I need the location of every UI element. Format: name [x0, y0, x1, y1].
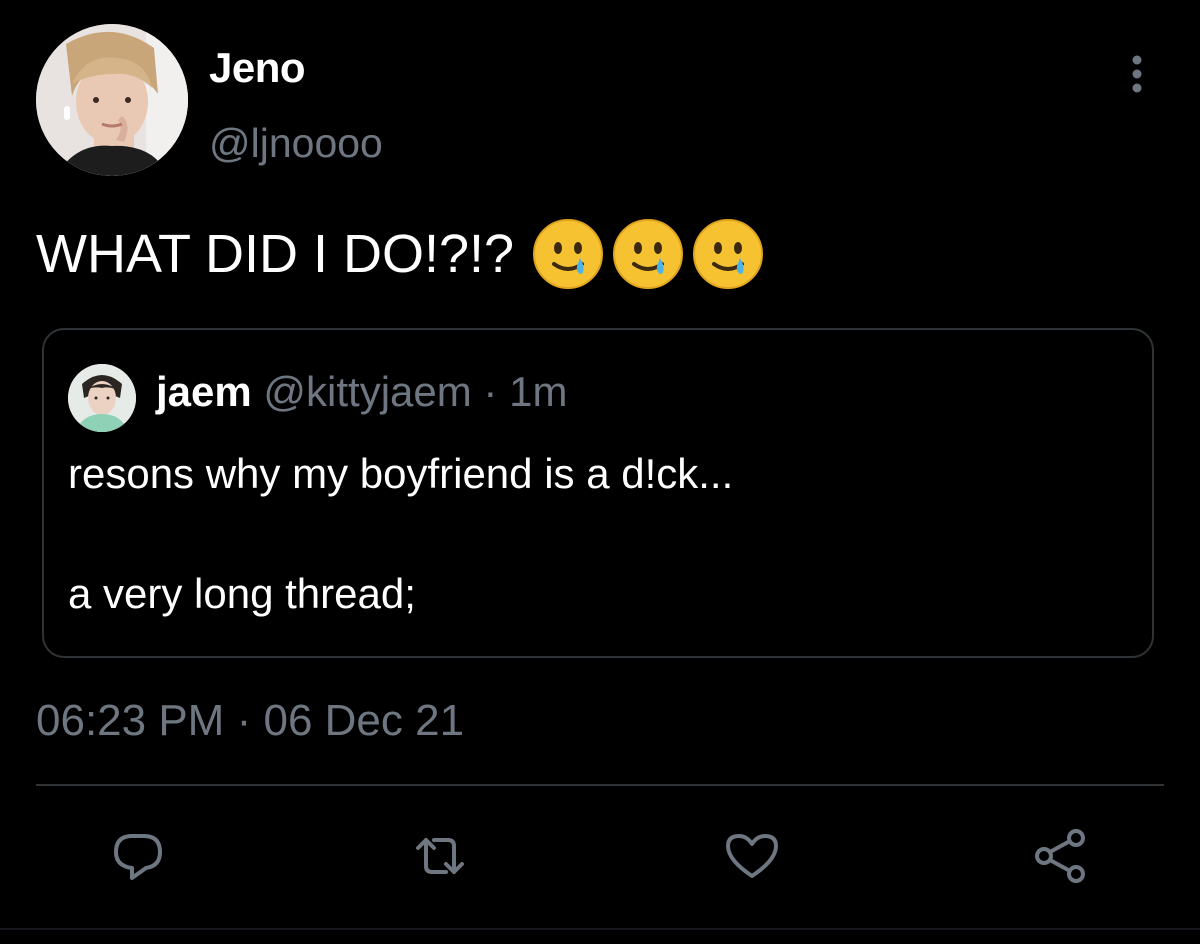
author-handle[interactable]: @ljnoooo: [209, 120, 383, 167]
author-display-name[interactable]: Jeno: [209, 44, 306, 92]
emoji-group: [532, 218, 764, 290]
retweet-button[interactable]: [410, 826, 470, 886]
heart-icon: [726, 834, 778, 878]
quoted-author-avatar[interactable]: [68, 364, 136, 432]
share-icon: [1035, 829, 1085, 883]
reply-icon: [114, 834, 162, 880]
tweet-text-row: WHAT DID I DO!?!?: [36, 218, 764, 290]
quoted-tweet-time: 1m: [509, 368, 568, 415]
retweet-icon: [416, 838, 464, 874]
divider: [36, 784, 1164, 786]
smiling-face-with-tear-icon: [532, 218, 604, 290]
quoted-author-handle[interactable]: @kittyjaem: [263, 368, 471, 415]
tweet-time: 06:23 PM: [36, 696, 225, 745]
reply-button[interactable]: [108, 826, 168, 886]
quoted-author-display-name[interactable]: jaem: [156, 368, 252, 415]
timestamp-separator: ·: [236, 696, 252, 745]
like-button[interactable]: [722, 826, 782, 886]
smiling-face-with-tear-icon: [692, 218, 764, 290]
tweet-detail: Jeno @ljnoooo WHAT DID I DO!?!? jaem @ki…: [0, 0, 1200, 944]
bottom-divider: [0, 928, 1200, 930]
smiling-face-with-tear-icon: [612, 218, 684, 290]
tweet-timestamp[interactable]: 06:23 PM · 06 Dec 21: [36, 696, 464, 746]
quoted-tweet-header: jaem @kittyjaem · 1m: [156, 368, 567, 416]
tweet-date: 06 Dec 21: [263, 696, 465, 745]
author-avatar[interactable]: [36, 24, 188, 176]
tweet-text: WHAT DID I DO!?!?: [36, 224, 515, 284]
more-options-icon[interactable]: [1120, 52, 1154, 96]
quoted-tweet-text-line1: resons why my boyfriend is a d!ck...: [68, 450, 734, 497]
quoted-tweet-card[interactable]: jaem @kittyjaem · 1m resons why my boyfr…: [42, 328, 1154, 658]
quoted-tweet-text-line2: a very long thread;: [68, 570, 416, 617]
share-button[interactable]: [1030, 826, 1090, 886]
quoted-header-separator: ·: [483, 368, 498, 415]
